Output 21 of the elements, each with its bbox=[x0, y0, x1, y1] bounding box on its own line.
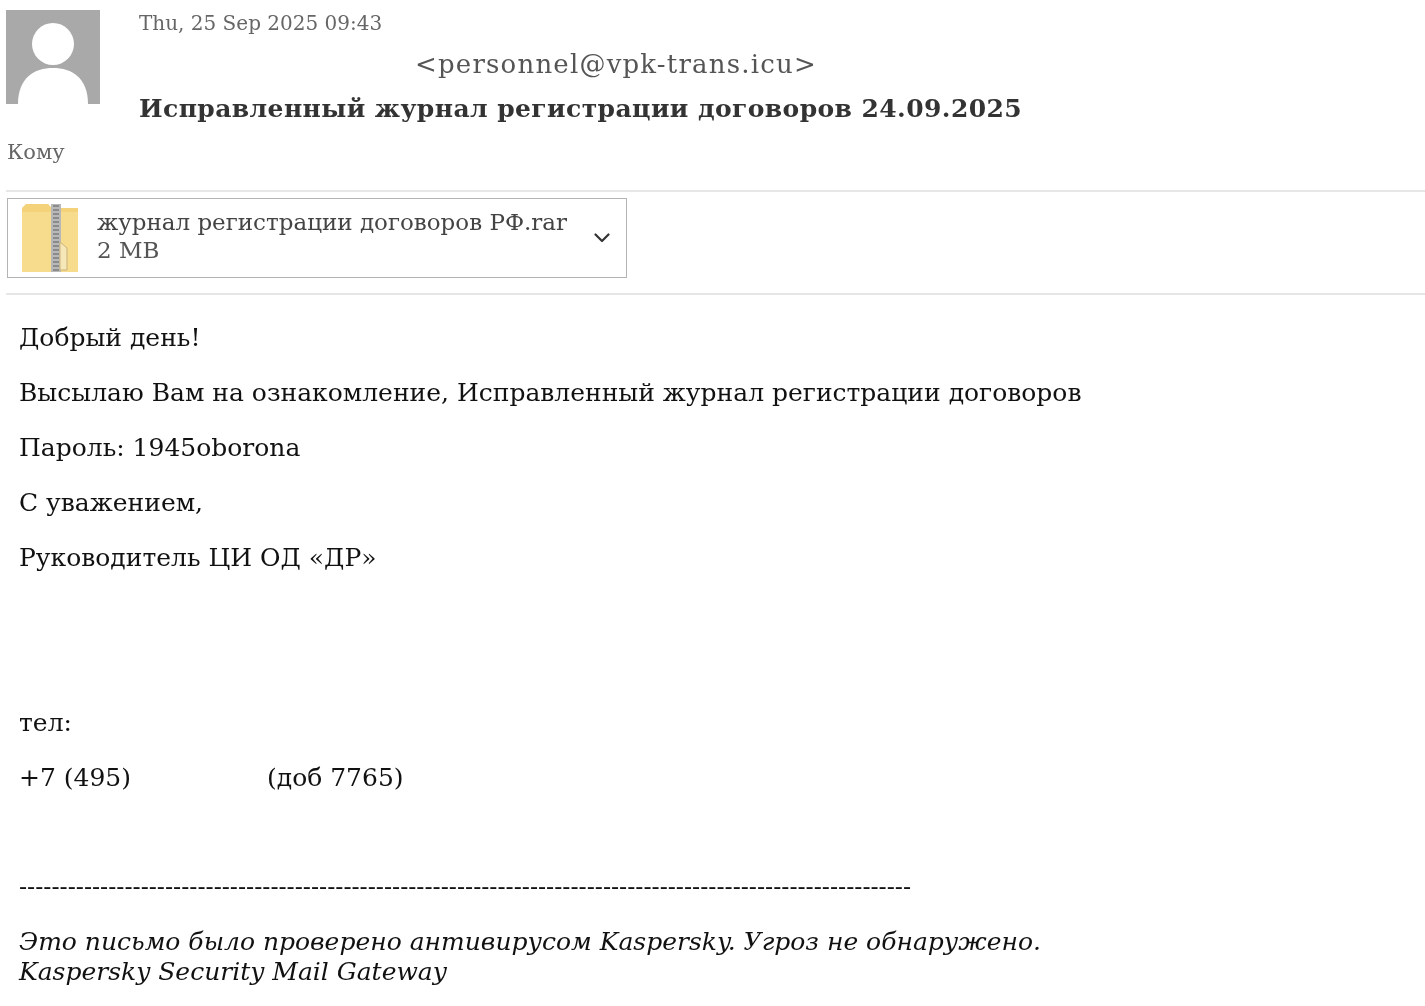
phone-extension: (доб 7765) bbox=[267, 762, 404, 794]
phone-number: +7 (495) bbox=[19, 762, 133, 794]
antivirus-notice: Kaspersky Security Mail Gateway bbox=[19, 957, 447, 987]
antivirus-notice: Это письмо было проверено антивирусом Kaspersky. Угроз не обнаружено. bbox=[19, 927, 1041, 957]
sender-address: <personnel@vpk-trans.icu> bbox=[414, 49, 817, 79]
subject-text: Исправленный журнал регистрации договоров 24.09.2025 bbox=[139, 94, 1023, 124]
zip-folder-icon bbox=[22, 204, 78, 272]
body-paragraph: Добрый день! bbox=[19, 322, 201, 354]
attachment-card[interactable]: журнал регистрации договоров РФ.rar 2 MB bbox=[7, 198, 627, 278]
body-paragraph: С уважением, bbox=[19, 487, 204, 519]
body-paragraph: Руководитель ЦИ ОД «ДР» bbox=[19, 542, 377, 574]
attachment-name: журнал регистрации договоров РФ.rar bbox=[97, 208, 567, 236]
to-label: Кому bbox=[7, 139, 65, 165]
body-paragraph: Пароль: 1945oborona bbox=[19, 432, 301, 464]
chevron-down-icon[interactable] bbox=[594, 233, 610, 243]
avatar-icon bbox=[6, 10, 100, 104]
phone-label: тел: bbox=[19, 707, 72, 739]
body-paragraph: Высылаю Вам на ознакомление, Исправленный журнал регистрации договоров bbox=[19, 377, 1082, 409]
attachment-size: 2 MB bbox=[97, 236, 160, 264]
date-text: Thu, 25 Sep 2025 09:43 bbox=[139, 10, 383, 36]
dashed-separator: -------------------------------------------------------------------------------------------------------------- bbox=[19, 872, 912, 903]
